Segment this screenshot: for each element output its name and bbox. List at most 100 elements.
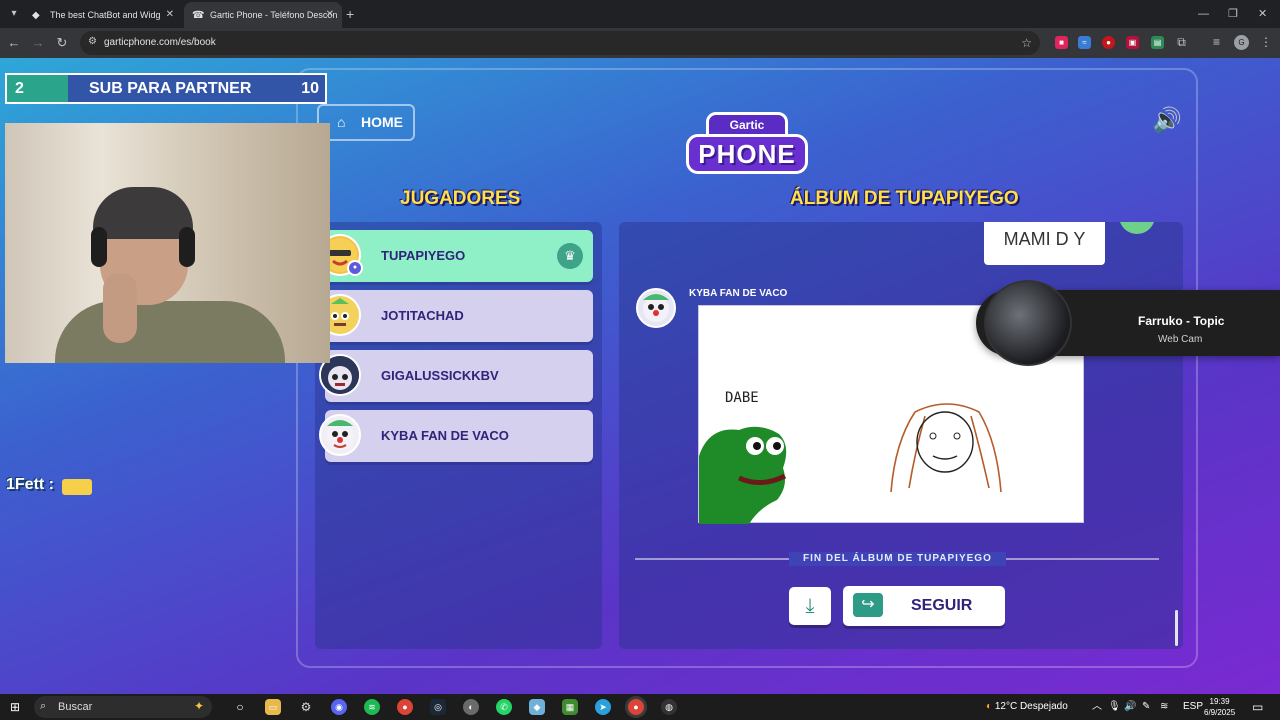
player-name: KYBA FAN DE VACO: [381, 428, 509, 443]
url-text: garticphone.com/es/book: [104, 37, 216, 48]
pen-icon[interactable]: ✎: [1142, 694, 1150, 720]
app-icon[interactable]: ◆: [529, 699, 545, 715]
sub-goal-current: 2: [7, 75, 68, 102]
logo-bottom: PHONE: [686, 134, 808, 174]
game-viewport: ⌂ HOME Gartic PHONE 🔊 JUGADORES ÁLBUM DE…: [0, 58, 1280, 694]
seguir-label: SEGUIR: [911, 597, 973, 614]
webcam-hand: [103, 273, 137, 343]
telegram-icon[interactable]: ➤: [595, 699, 611, 715]
webcam-beanie: [93, 187, 193, 239]
media-control-icon[interactable]: ≡: [1210, 36, 1223, 49]
volume-tray-icon[interactable]: 🔊: [1124, 694, 1136, 720]
player-card[interactable]: JOTITACHAD: [319, 290, 593, 342]
weather-text: 12°C Despejado: [994, 701, 1068, 712]
players-heading: JUGADORES: [400, 188, 521, 209]
bookmark-star-icon[interactable]: ☆: [1021, 31, 1032, 55]
media-title: Farruko - Topic: [1138, 314, 1225, 328]
clock-date: 6/9/2025: [1204, 708, 1236, 717]
minecraft-icon[interactable]: ▦: [562, 699, 578, 715]
file-explorer-icon[interactable]: ▭: [265, 699, 281, 715]
chrome-icon[interactable]: ●: [397, 699, 413, 715]
extensions-puzzle-icon[interactable]: ⧉: [1175, 36, 1188, 49]
steam-icon[interactable]: ◎: [430, 699, 446, 715]
webcam-headphone: [91, 227, 107, 267]
sub-goal-target: 10: [301, 80, 319, 97]
whatsapp-icon[interactable]: ✆: [496, 699, 512, 715]
tab-title: Gartic Phone - Teléfono Descon: [210, 10, 338, 20]
back-icon[interactable]: ←: [4, 33, 24, 53]
home-button[interactable]: ⌂ HOME: [317, 104, 415, 141]
chat-emote-icon: [62, 479, 92, 495]
end-of-album-text: FIN DEL ÁLBUM DE TUPAPIYEGO: [789, 552, 1006, 566]
house-icon: ⌂: [337, 114, 346, 130]
spotify-icon[interactable]: ≋: [364, 699, 380, 715]
site-info-icon[interactable]: ⚙: [88, 36, 97, 47]
reload-icon[interactable]: ↻: [52, 33, 72, 53]
wifi-icon[interactable]: ≋: [1160, 694, 1168, 720]
player-name: GIGALUSSICKKBV: [381, 368, 499, 383]
language-indicator[interactable]: ESP: [1183, 694, 1203, 720]
windows-taskbar: ⊞ ⌕ Buscar ✦ ○ ▭ ⚙ ◉ ≋ ● ◎ ◐ ✆ ◆ ▦ ➤ ● ◍…: [0, 694, 1280, 720]
weather-widget[interactable]: ◐ 12°C Despejado: [986, 694, 1068, 720]
obs-icon[interactable]: ◍: [661, 699, 677, 715]
player-name: TUPAPIYEGO: [381, 248, 466, 263]
tab-chatbot[interactable]: ◆ The best ChatBot and Widg ✕: [24, 2, 182, 28]
extension-icon[interactable]: ≈: [1078, 36, 1091, 49]
download-icon: ⤓: [805, 595, 815, 617]
sub-goal-label: SUB PARA PARTNER: [89, 80, 252, 97]
phone-favicon-icon: ☎: [192, 10, 205, 21]
drawing-handwriting: DABE: [725, 390, 759, 406]
album-scrollbar[interactable]: [1175, 610, 1178, 646]
restore-icon[interactable]: ❐: [1228, 4, 1238, 24]
player-card[interactable]: KYBA FAN DE VACO: [319, 410, 593, 462]
album-art: [984, 280, 1072, 366]
clock[interactable]: 19:39 6/9/2025: [1204, 696, 1235, 718]
notifications-icon[interactable]: ▭: [1252, 694, 1263, 720]
webcam-headphone: [179, 227, 195, 267]
tray-chevron-icon[interactable]: ︿: [1092, 694, 1102, 720]
sparkle-icon: ✦: [193, 699, 204, 713]
app-icon[interactable]: ◐: [463, 699, 479, 715]
taskbar-search[interactable]: ⌕ Buscar ✦: [34, 696, 212, 718]
browser-tabbar: ▾ ◆ The best ChatBot and Widg ✕ ☎ Gartic…: [0, 0, 1280, 28]
media-subtitle: Web Cam: [1158, 334, 1203, 345]
arrow-continue-icon: ↪: [853, 593, 883, 617]
download-button[interactable]: ⤓: [789, 587, 831, 625]
forward-icon[interactable]: →: [28, 33, 48, 53]
player-card[interactable]: GIGALUSSICKKBV: [319, 350, 593, 402]
address-bar[interactable]: ⚙ garticphone.com/es/book ☆: [80, 31, 1040, 55]
clock-time: 19:39: [1209, 697, 1230, 706]
microphone-icon[interactable]: 🎙: [1108, 694, 1121, 720]
close-window-icon[interactable]: ✕: [1258, 4, 1267, 24]
windows-start-icon[interactable]: ⊞: [10, 700, 20, 714]
discord-icon[interactable]: ◉: [331, 699, 347, 715]
volume-icon[interactable]: 🔊: [1152, 106, 1182, 135]
player-card[interactable]: ● TUPAPIYEGO ♛: [319, 230, 593, 282]
extension-icon[interactable]: ●: [1102, 36, 1115, 49]
seguir-button[interactable]: ↪ SEGUIR: [843, 586, 1005, 626]
chrome-active-icon[interactable]: ●: [628, 699, 644, 715]
webcam-overlay: [5, 123, 330, 363]
weather-moon-icon: ◐: [986, 701, 993, 712]
browser-toolbar: ← → ↻ ⚙ garticphone.com/es/book ☆ ■ ≈ ● …: [0, 28, 1280, 58]
tab-search-icon[interactable]: ▾: [4, 4, 24, 24]
tab-title: The best ChatBot and Widg: [50, 10, 161, 20]
new-tab-icon[interactable]: +: [346, 4, 354, 24]
chat-message: 1Fett :: [6, 476, 54, 493]
task-view-icon[interactable]: ○: [232, 699, 248, 715]
album-panel: MAMI D Y KYBA FAN DE VACO DABE FIN DEL Á…: [619, 222, 1183, 649]
menu-icon[interactable]: ⋮: [1260, 34, 1272, 50]
close-tab-icon[interactable]: ✕: [166, 2, 174, 28]
minimize-icon[interactable]: —: [1198, 4, 1209, 24]
face-drawing: [890, 403, 1002, 493]
extension-icon[interactable]: ▣: [1126, 36, 1139, 49]
tab-gartic-phone[interactable]: ☎ Gartic Phone - Teléfono Descon ✕: [184, 2, 342, 28]
settings-icon[interactable]: ⚙: [298, 699, 314, 715]
author-name: KYBA FAN DE VACO: [689, 288, 788, 299]
frog-drawing: [699, 426, 787, 524]
close-tab-icon[interactable]: ✕: [326, 2, 334, 28]
home-label: HOME: [361, 114, 403, 130]
extension-icon[interactable]: ▤: [1151, 36, 1164, 49]
extension-icon[interactable]: ■: [1055, 36, 1068, 49]
profile-avatar[interactable]: G: [1234, 35, 1249, 50]
